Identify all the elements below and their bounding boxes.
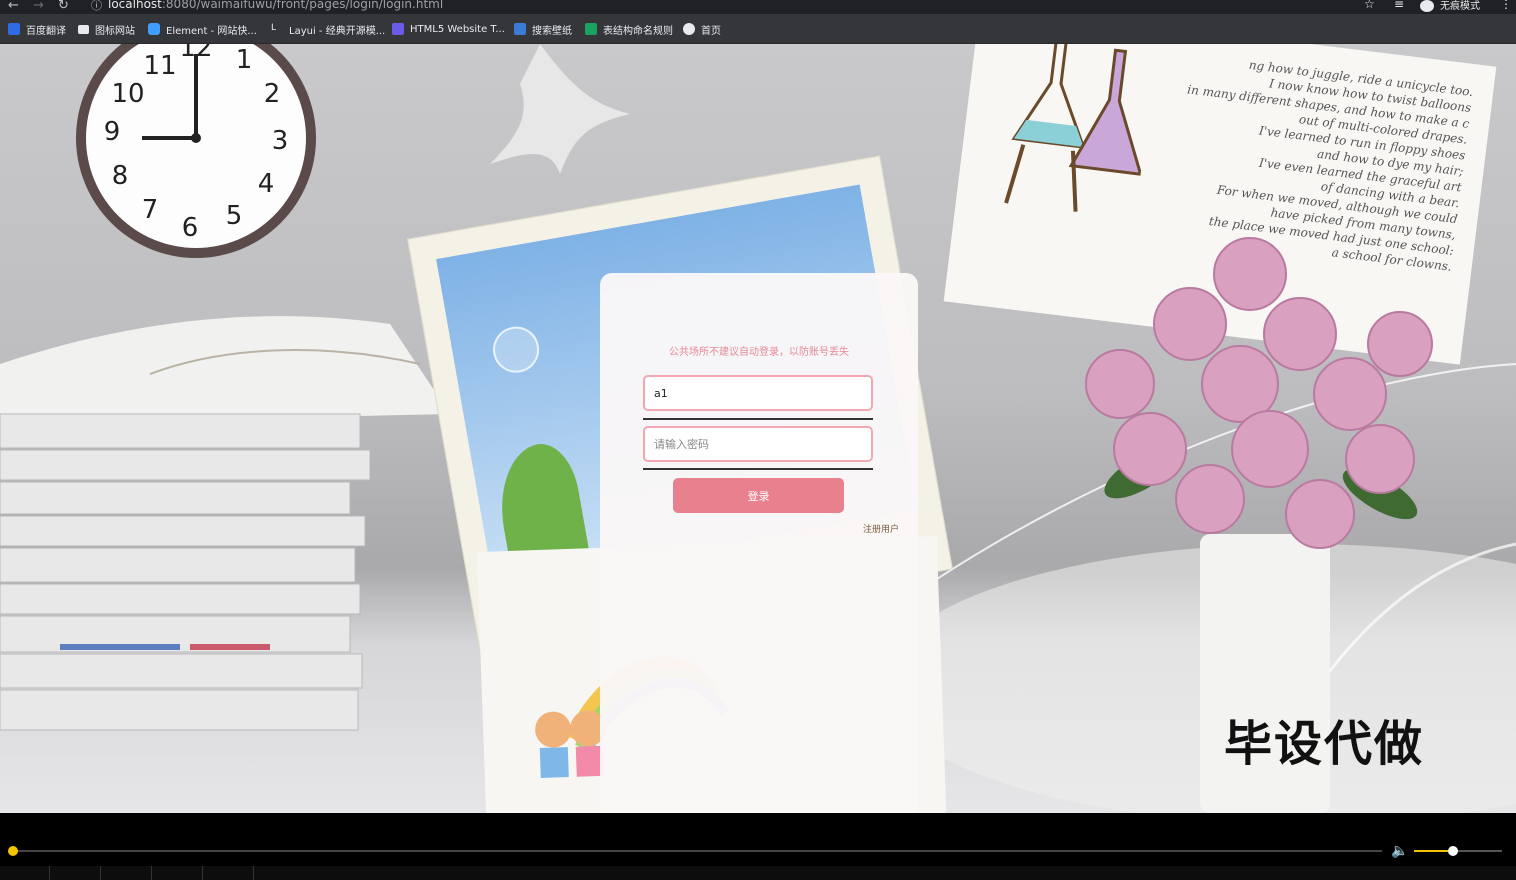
clock-numeral: 3: [272, 126, 289, 156]
site-info-icon[interactable]: ⓘ: [91, 0, 102, 13]
watermark-text: 毕设代做: [1224, 716, 1425, 772]
bookmark-icon-site[interactable]: 图标网站: [78, 21, 135, 37]
login-page-background: 12 1 2 3 4 5 6 7 8 9 10 11 ng how to jug…: [0, 44, 1516, 813]
dove-silhouette: [490, 44, 630, 174]
incognito-icon[interactable]: [1420, 0, 1434, 12]
clock-numeral: 2: [264, 79, 281, 109]
video-player-controls: 🔈: [0, 813, 1516, 880]
table-doc-icon: [585, 23, 597, 35]
bookmark-table-naming[interactable]: 表结构命名规则: [585, 21, 673, 37]
clock-numeral: 10: [111, 79, 144, 109]
translate-icon: [8, 23, 20, 35]
bottom-strip: [0, 866, 1516, 880]
login-button[interactable]: 登录: [673, 478, 844, 513]
clock-numeral: 5: [226, 201, 243, 231]
bookmarks-bar: 百度翻译 图标网站 Element - 网站快... L Layui - 经典开…: [0, 14, 1516, 44]
bubble-shape: [489, 322, 543, 377]
wallpaper-icon: [514, 23, 526, 35]
password-input[interactable]: [643, 426, 873, 462]
username-underline: [643, 418, 873, 420]
seek-handle[interactable]: [8, 846, 18, 856]
bookmark-baidu-translate[interactable]: 百度翻译: [8, 21, 66, 37]
clock-numeral: 9: [104, 117, 121, 147]
strip-segment: [51, 866, 101, 880]
url-host: localhost: [108, 0, 162, 11]
reading-list-icon[interactable]: ≡: [1394, 0, 1404, 11]
wall-clock-illustration: 12 1 2 3 4 5 6 7 8 9 10 11: [76, 44, 316, 258]
strip-segment: [204, 866, 254, 880]
volume-slider[interactable]: [1414, 850, 1502, 852]
login-card: 公共场所不建议自动登录，以防账号丢失 登录 注册用户: [600, 273, 918, 813]
bookmark-label: 搜索壁纸: [532, 25, 572, 37]
bookmark-label: 表结构命名规则: [603, 25, 673, 37]
clock-numeral: 1: [236, 45, 253, 75]
bookmark-label: HTML5 Website T...: [410, 23, 505, 35]
clock-numeral: 4: [258, 169, 275, 199]
volume-handle[interactable]: [1448, 846, 1458, 856]
register-link[interactable]: 注册用户: [863, 522, 899, 535]
bookmark-wallpaper-search[interactable]: 搜索壁纸: [514, 21, 572, 37]
bookmark-label: Element - 网站快...: [166, 25, 257, 37]
security-notice: 公共场所不建议自动登录，以防账号丢失: [669, 347, 849, 358]
menu-kebab-icon[interactable]: ⋮: [1500, 0, 1512, 11]
strip-segment: [0, 866, 50, 880]
html5-template-icon: [392, 23, 404, 35]
password-underline: [643, 468, 873, 470]
volume-icon[interactable]: 🔈: [1391, 843, 1408, 859]
bookmark-label: 百度翻译: [26, 25, 66, 37]
strip-segment: [102, 866, 152, 880]
bookmark-star-icon[interactable]: ☆: [1364, 0, 1375, 11]
clock-numeral: 11: [143, 51, 176, 81]
bookmark-element[interactable]: Element - 网站快...: [148, 21, 257, 37]
seek-bar[interactable]: [12, 850, 1382, 852]
clock-numeral: 7: [142, 195, 159, 225]
browser-address-bar: ← → ↻ ⓘ localhost:8080/waimaifuwu/front/…: [0, 0, 1516, 14]
bookmark-html5-website[interactable]: HTML5 Website T...: [392, 21, 505, 37]
clock-numeral: 6: [182, 213, 199, 243]
bookmark-label: 首页: [701, 25, 721, 37]
bookmark-label: 图标网站: [95, 25, 135, 37]
element-logo-icon: [148, 23, 160, 35]
bookmark-label: Layui - 经典开源模...: [289, 25, 386, 37]
incognito-label: 无痕模式: [1440, 1, 1480, 12]
flag-icon: [78, 24, 89, 34]
reload-icon[interactable]: ↻: [58, 0, 69, 13]
book-stack-illustration: [0, 316, 450, 731]
bookmark-home[interactable]: 首页: [683, 21, 721, 37]
url-path: :8080/waimaifuwu/front/pages/login/login…: [161, 0, 444, 11]
url-field[interactable]: localhost:8080/waimaifuwu/front/pages/lo…: [108, 0, 443, 11]
bookmark-layui[interactable]: L Layui - 经典开源模...: [271, 21, 385, 37]
username-input[interactable]: [643, 375, 873, 411]
clock-numeral: 8: [112, 161, 129, 191]
strip-segment: [153, 866, 203, 880]
layui-logo-icon: L: [271, 23, 277, 33]
back-icon[interactable]: ←: [8, 0, 19, 13]
forward-icon[interactable]: →: [33, 0, 44, 13]
globe-icon: [683, 23, 695, 35]
